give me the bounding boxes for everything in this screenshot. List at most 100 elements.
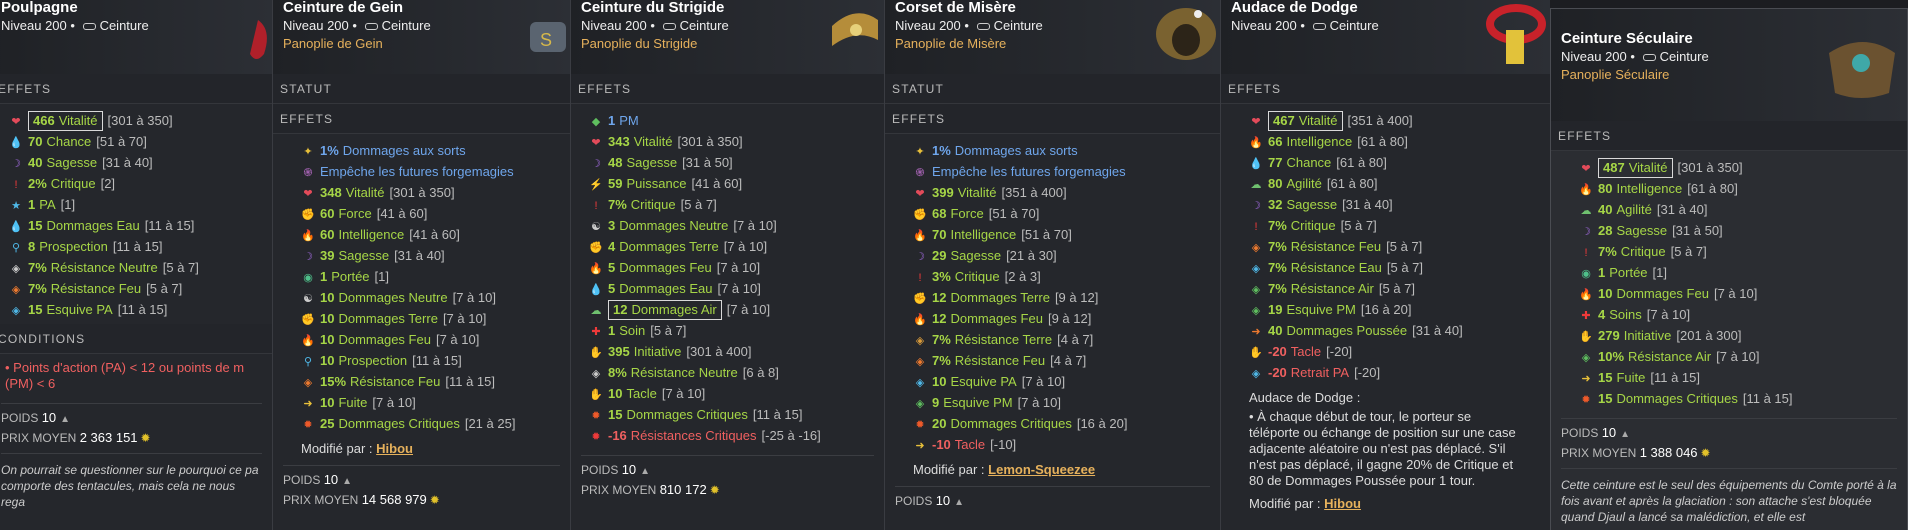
effect-icon: ✚: [591, 326, 601, 338]
effect-range: [41 à 60]: [691, 176, 743, 191]
weight-line: POIDS 10 ▲: [571, 460, 884, 480]
effect-label: Dommages Terre: [619, 239, 719, 254]
effect-label: Dommages Critiques: [950, 416, 1072, 431]
effect-icon: ☽: [1581, 226, 1591, 238]
effect-value: 1%: [932, 143, 951, 158]
effect-row: ! 7% Critique [5 à 7]: [1249, 215, 1550, 236]
effect-label: Agilité: [1286, 176, 1322, 191]
effect-label: Dommages Neutre: [619, 218, 729, 233]
effect-range: [11 à 15]: [112, 239, 163, 254]
effect-icon: ◈: [1251, 242, 1261, 254]
modifier-link[interactable]: Hibou: [1324, 496, 1361, 511]
effect-label: Résistance Feu: [1290, 239, 1382, 254]
weight-icon: ▲: [60, 414, 71, 425]
effect-range: [301 à 400]: [686, 344, 752, 359]
effect-label: Critique: [50, 176, 96, 191]
effect-label: Esquive PM: [943, 395, 1013, 410]
effect-label: Empêche les futures forgemagies: [932, 164, 1126, 179]
item-header: Audace de Dodge Niveau 200 • Ceinture: [1221, 0, 1550, 74]
effect-icon: ✋: [1579, 331, 1593, 343]
effect-range: [1]: [374, 269, 390, 284]
effect-range: [351 à 400]: [1001, 185, 1067, 200]
effect-value: -20: [1268, 365, 1287, 380]
effect-value: 7%: [1598, 244, 1617, 259]
effect-row: ✚ 4 Soins [7 à 10]: [1579, 304, 1907, 325]
effect-range: [4 à 7]: [1057, 332, 1094, 347]
effect-range: [5 à 7]: [680, 197, 717, 212]
effect-row: ☽ 32 Sagesse [31 à 40]: [1249, 194, 1550, 215]
effect-row: 🔥 66 Intelligence [61 à 80]: [1249, 131, 1550, 152]
belt-icon: [1312, 23, 1326, 31]
effect-row: ✦ 1% Dommages aux sorts: [913, 140, 1220, 161]
effect-row: ֍ Empêche les futures forgemagies: [913, 161, 1220, 182]
effect-label: Critique: [630, 197, 676, 212]
effect-icon: ✹: [591, 431, 601, 443]
effect-range: [41 à 60]: [376, 206, 428, 221]
effect-range: [5 à 7]: [650, 323, 687, 338]
effect-icon: ◈: [11, 305, 21, 317]
effect-label: Résistance Neutre: [630, 365, 738, 380]
effects-list: ✦ 1% Dommages aux sorts ֍ Empêche les future…: [885, 134, 1220, 459]
effect-label: Intelligence: [338, 227, 405, 242]
effect-value: 19: [1268, 302, 1283, 317]
effect-range: [5 à 7]: [1386, 239, 1423, 254]
price-line: PRIX MOYEN 2 363 151 ✹: [0, 428, 272, 448]
modifier-link[interactable]: Lemon-Squeezee: [988, 462, 1095, 477]
effect-range: [-20]: [1326, 344, 1353, 359]
effect-value: 12: [932, 290, 947, 305]
effect-row: ! 3% Critique [2 à 3]: [913, 266, 1220, 287]
effect-value: 10: [608, 386, 623, 401]
effect-row: ◈ 9 Esquive PM [7 à 10]: [913, 392, 1220, 413]
effect-row: 🔥 70 Intelligence [51 à 70]: [913, 224, 1220, 245]
effect-label: Résistances Critiques: [630, 428, 757, 443]
effect-row: 💧 5 Dommages Eau [7 à 10]: [589, 278, 884, 299]
effect-value: 7%: [1268, 239, 1287, 254]
effect-icon: ◉: [303, 272, 313, 284]
effect-value: 48: [608, 155, 623, 170]
effect-range: [31 à 40]: [1656, 202, 1708, 217]
effect-range: [41 à 60]: [409, 227, 460, 242]
effect-value: 10: [320, 332, 335, 347]
effect-label: Résistance Feu: [350, 374, 441, 389]
effect-row: ✊ 12 Dommages Terre [9 à 12]: [913, 287, 1220, 308]
effect-range: [-20]: [1354, 365, 1381, 380]
effect-icon: ֍: [915, 167, 925, 179]
effect-icon: ☽: [915, 251, 925, 263]
effect-range: [21 à 30]: [1006, 248, 1057, 263]
effect-value: 3: [608, 218, 616, 233]
effect-value: 4: [608, 239, 616, 254]
effect-range: [31 à 40]: [394, 248, 445, 263]
effect-label: Dommages Feu: [950, 311, 1043, 326]
effect-value: 7%: [1268, 260, 1287, 275]
effect-range: [-10]: [990, 437, 1017, 452]
effect-label: Résistance Air: [1628, 349, 1712, 364]
effect-icon: !: [14, 179, 18, 191]
effect-label: Dommages Feu: [1616, 286, 1709, 301]
effect-range: [11 à 15]: [752, 407, 803, 422]
effect-icon: 🔥: [1579, 289, 1593, 301]
belt-icon: [662, 23, 676, 31]
effect-label: Résistance Air: [1290, 281, 1374, 296]
item-header: Ceinture Séculaire Niveau 200 • Ceinture…: [1551, 9, 1907, 121]
effect-label: Intelligence: [1286, 134, 1353, 149]
effect-range: [21 à 25]: [464, 416, 516, 431]
effect-label: Tacle: [626, 386, 657, 401]
effect-range: [301 à 350]: [1677, 160, 1743, 175]
effect-row: 🔥 60 Intelligence [41 à 60]: [301, 224, 570, 245]
modifier-link[interactable]: Hibou: [376, 441, 413, 456]
effect-range: [31 à 40]: [1412, 323, 1463, 338]
effect-row: ◈ 15% Résistance Feu [11 à 15]: [301, 371, 570, 392]
effect-row: ✋ 10 Tacle [7 à 10]: [589, 383, 884, 404]
effect-row: ⚲ 8 Prospection [11 à 15]: [9, 236, 272, 257]
effect-value: 12: [613, 302, 628, 317]
effect-label: Dommages Critiques: [1616, 391, 1738, 406]
effect-row: ✦ 1% Dommages aux sorts: [301, 140, 570, 161]
effect-icon: ֍: [303, 167, 313, 179]
effect-value: 15: [1598, 370, 1613, 385]
effect-row: ✋ -20 Tacle [-20]: [1249, 341, 1550, 362]
effect-icon: ◈: [915, 356, 925, 368]
effect-label: Puissance: [626, 176, 687, 191]
divider: [273, 460, 570, 470]
effect-icon: ☯: [591, 221, 601, 233]
effect-icon: ⚲: [303, 356, 313, 368]
